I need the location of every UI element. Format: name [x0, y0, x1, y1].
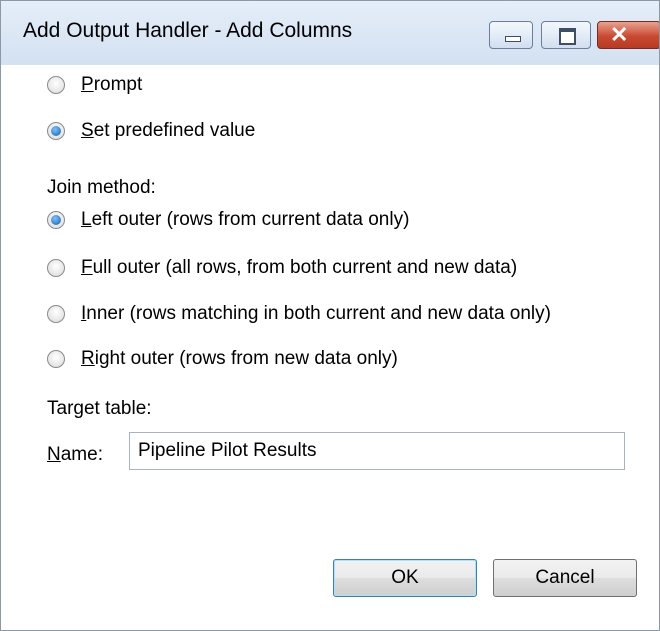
name-label-accel: N	[47, 444, 61, 465]
radio-right-outer-text: ight outer (rows from new data only)	[94, 348, 398, 369]
radio-prompt-text: rompt	[93, 74, 143, 95]
radio-inner[interactable]: Inner (rows matching in both current and…	[47, 302, 551, 326]
window-title: Add Output Handler - Add Columns	[23, 19, 353, 42]
minimize-button[interactable]	[489, 21, 533, 49]
name-input[interactable]	[129, 432, 625, 470]
maximize-icon	[559, 28, 576, 45]
radio-prompt[interactable]: Prompt	[47, 73, 142, 97]
maximize-button[interactable]	[541, 21, 591, 49]
dialog-body: Prompt Set predefined value Join method:…	[1, 65, 659, 630]
radio-right-outer[interactable]: Right outer (rows from new data only)	[47, 347, 398, 371]
radio-left-outer-text: eft outer (rows from current data only)	[91, 209, 410, 230]
radio-set-predefined-circle[interactable]	[47, 122, 65, 140]
radio-left-outer-label: Left outer (rows from current data only)	[81, 209, 409, 231]
radio-prompt-label: Prompt	[81, 74, 142, 96]
close-icon: ✕	[610, 22, 629, 47]
radio-right-outer-label: Right outer (rows from new data only)	[81, 348, 398, 370]
radio-inner-circle[interactable]	[47, 305, 65, 323]
radio-selected-dot	[51, 215, 61, 225]
radio-prompt-accel: P	[81, 74, 94, 95]
radio-right-outer-circle[interactable]	[47, 350, 65, 368]
name-label: Name:	[47, 435, 103, 475]
dialog-window: Add Output Handler - Add Columns ✕ Promp…	[0, 0, 660, 631]
radio-prompt-circle[interactable]	[47, 76, 65, 94]
radio-set-predefined-accel: S	[81, 120, 94, 141]
radio-set-predefined[interactable]: Set predefined value	[47, 119, 255, 143]
join-method-heading: Join method:	[47, 177, 156, 198]
ok-button[interactable]: OK	[333, 559, 477, 597]
radio-inner-text: nner (rows matching in both current and …	[86, 303, 551, 324]
radio-full-outer-text: ull outer (all rows, from both current a…	[92, 257, 518, 278]
radio-set-predefined-label: Set predefined value	[81, 120, 255, 142]
target-table-heading: Target table:	[47, 398, 152, 419]
radio-selected-dot	[51, 126, 61, 136]
radio-full-outer-label: Full outer (all rows, from both current …	[81, 257, 517, 279]
radio-right-outer-accel: R	[81, 348, 95, 369]
cancel-button[interactable]: Cancel	[493, 559, 637, 597]
radio-full-outer[interactable]: Full outer (all rows, from both current …	[47, 256, 517, 280]
radio-left-outer-circle[interactable]	[47, 211, 65, 229]
radio-inner-label: Inner (rows matching in both current and…	[81, 303, 551, 325]
radio-set-predefined-text: et predefined value	[93, 120, 256, 141]
radio-full-outer-circle[interactable]	[47, 259, 65, 277]
radio-left-outer-accel: L	[81, 209, 92, 230]
radio-left-outer[interactable]: Left outer (rows from current data only)	[47, 208, 409, 232]
radio-full-outer-accel: F	[81, 257, 93, 278]
title-bar[interactable]: Add Output Handler - Add Columns ✕	[1, 1, 659, 65]
minimize-icon	[505, 36, 521, 42]
close-button[interactable]: ✕	[597, 21, 659, 49]
name-label-text: ame:	[60, 444, 103, 465]
